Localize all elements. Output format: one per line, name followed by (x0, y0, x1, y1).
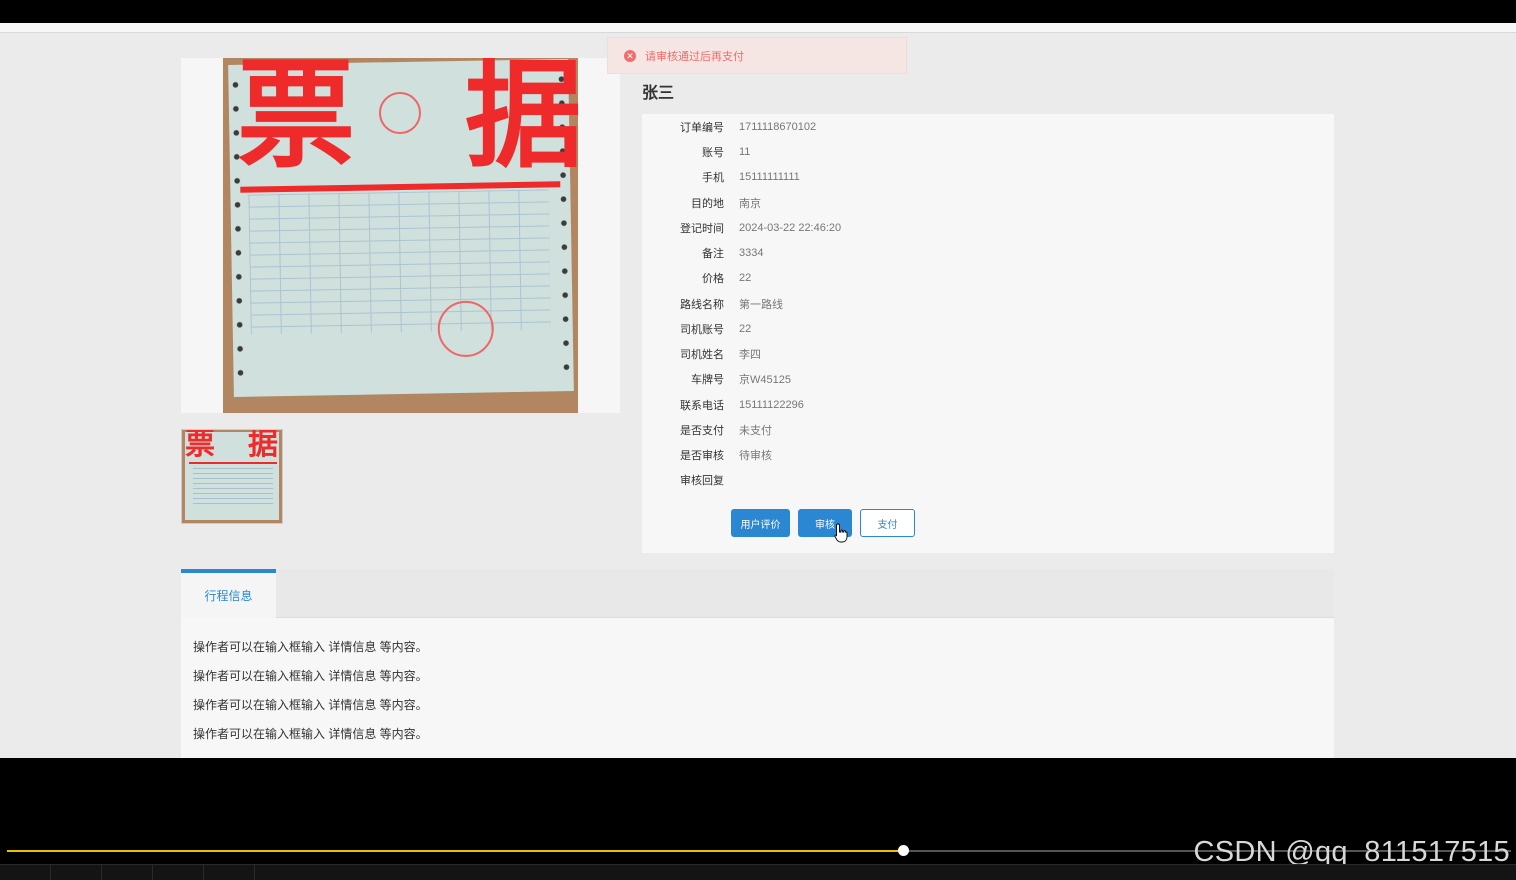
info-label: 登记时间 (680, 223, 724, 235)
toast-message: 请审核通过后再支付 (645, 50, 744, 63)
pay-button[interactable]: 支付 (860, 509, 915, 537)
control-segment[interactable] (51, 865, 102, 880)
tab-content: 操作者可以在输入框输入 详情信息 等内容。 操作者可以在输入框输入 详情信息 等… (181, 618, 1334, 758)
detail-line: 操作者可以在输入框输入 详情信息 等内容。 (193, 698, 428, 712)
page: 票 据 票 据 ✕ 请审核通过后再支付 张三 订单编号 1711118670102… (0, 23, 1516, 758)
control-segment[interactable] (204, 865, 255, 880)
user-review-button[interactable]: 用户评价 (731, 509, 790, 537)
receipt-char-1: 票 (237, 58, 356, 184)
tab-bar: 行程信息 (181, 569, 1334, 618)
info-value: 11 (739, 146, 751, 158)
info-label: 价格 (702, 273, 724, 285)
info-row: 司机姓名 李四 (642, 344, 761, 364)
info-value: 待审核 (739, 450, 772, 462)
header-strip (0, 23, 1516, 33)
info-label: 审核回复 (680, 475, 724, 487)
info-row: 车牌号 京W45125 (642, 369, 791, 389)
top-black-bar (0, 0, 1516, 23)
info-label: 订单编号 (680, 122, 724, 134)
tab-trip-info[interactable]: 行程信息 (181, 569, 276, 618)
info-value: 22 (739, 272, 752, 284)
info-label: 司机姓名 (680, 349, 724, 361)
image-viewer[interactable]: 票 据 (181, 58, 620, 413)
info-label: 联系电话 (680, 400, 724, 412)
receipt-stamp (378, 91, 422, 135)
info-value: 第一路线 (739, 299, 783, 311)
info-label: 是否支付 (680, 425, 724, 437)
info-row: 联系电话 15111122296 (642, 395, 804, 415)
info-label: 司机账号 (680, 324, 724, 336)
info-row: 备注 3334 (642, 243, 763, 263)
thumbnail-char-2: 据 (248, 429, 278, 462)
info-row: 司机账号 22 (642, 319, 751, 339)
control-segment[interactable] (102, 865, 153, 880)
control-segment[interactable] (153, 865, 204, 880)
detail-line: 操作者可以在输入框输入 详情信息 等内容。 (193, 640, 428, 654)
progress-knob[interactable] (898, 845, 910, 856)
progress-fill (7, 850, 904, 852)
info-row: 登记时间 2024-03-22 22:46:20 (642, 218, 841, 238)
info-label: 账号 (702, 147, 724, 159)
customer-name: 张三 (642, 85, 675, 102)
control-segment[interactable] (0, 865, 51, 880)
thumbnail-red-line (189, 462, 277, 464)
video-player-controls: CSDN @qq_811517515 (0, 758, 1516, 880)
info-row: 订单编号 1711118670102 (642, 117, 816, 137)
receipt-table (248, 189, 551, 335)
receipt-char-2: 据 (465, 58, 578, 184)
info-label: 车牌号 (691, 374, 724, 386)
detail-line: 操作者可以在输入框输入 详情信息 等内容。 (193, 669, 428, 683)
info-row: 审核回复 (642, 470, 739, 490)
info-value: 南京 (739, 198, 761, 210)
info-row: 账号 11 (642, 142, 750, 162)
info-value: 未支付 (739, 425, 772, 437)
info-row: 路线名称 第一路线 (642, 294, 783, 314)
error-circle-icon: ✕ (624, 49, 636, 62)
info-value: 3334 (739, 247, 764, 259)
thumbnail-table (193, 468, 273, 508)
receipt-stamp (437, 300, 495, 358)
image-thumbnail[interactable]: 票 据 (181, 429, 283, 524)
thumbnail-char-1: 票 (185, 429, 215, 462)
info-value: 15111122296 (739, 399, 804, 411)
info-row: 手机 15111111111 (642, 167, 800, 187)
info-row: 是否支付 未支付 (642, 420, 772, 440)
info-label: 备注 (702, 248, 724, 260)
info-value: 15111111111 (739, 171, 800, 183)
info-value: 京W45125 (739, 374, 791, 386)
info-value: 李四 (739, 349, 761, 361)
info-label: 目的地 (691, 198, 724, 210)
control-bar (0, 864, 1516, 880)
info-label: 路线名称 (680, 299, 724, 311)
info-label: 是否审核 (680, 450, 724, 462)
info-row: 是否审核 待审核 (642, 445, 772, 465)
receipt-image: 票 据 (223, 58, 578, 413)
info-label: 手机 (702, 172, 724, 184)
info-value: 22 (739, 323, 752, 335)
order-info-card: 订单编号 1711118670102 账号 11 手机 15111111111 目的地… (642, 114, 1334, 553)
detail-line: 操作者可以在输入框输入 详情信息 等内容。 (193, 727, 428, 741)
error-toast: ✕ 请审核通过后再支付 (607, 37, 907, 74)
info-row: 价格 22 (642, 268, 751, 288)
info-row: 目的地 南京 (642, 193, 761, 213)
info-value: 1711118670102 (739, 121, 817, 133)
info-value: 2024-03-22 22:46:20 (739, 222, 842, 234)
hand-cursor-icon (834, 523, 848, 543)
